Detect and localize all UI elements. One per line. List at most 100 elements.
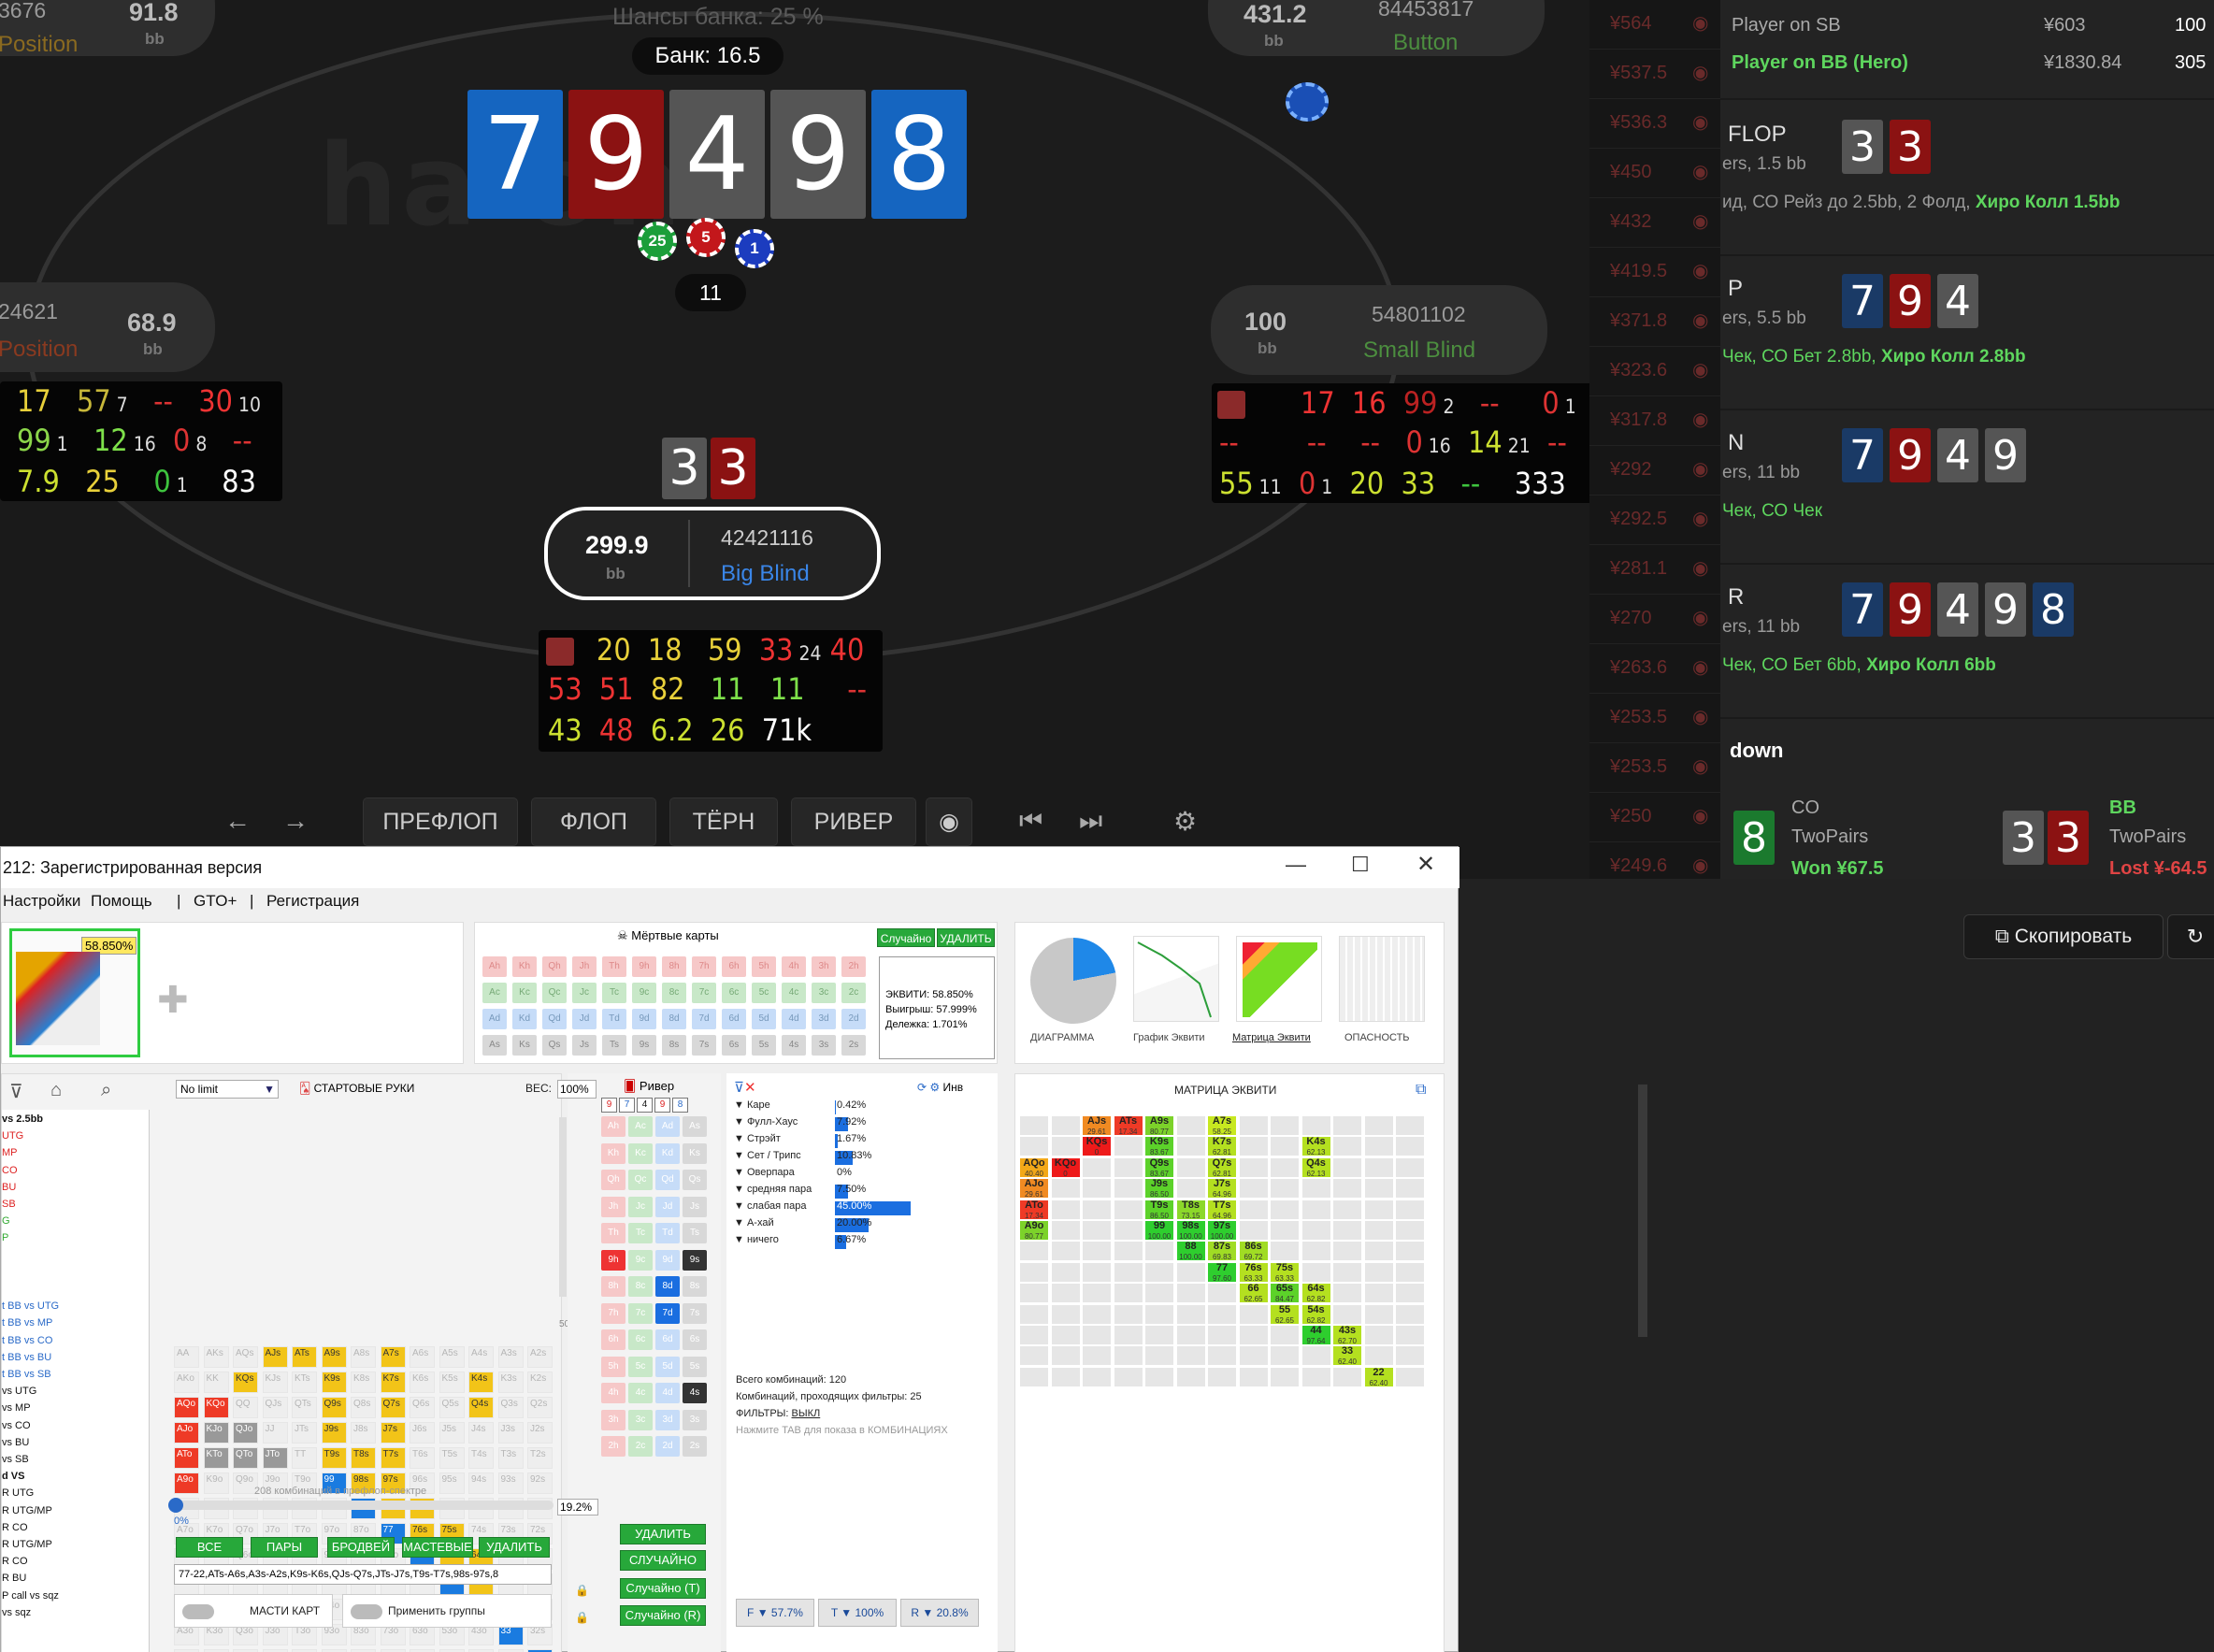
matrix-cell[interactable] [1238,1115,1269,1136]
equity-matrix-icon[interactable] [1236,936,1322,1022]
matrix-cell[interactable] [1395,1283,1425,1304]
matrix-cell[interactable] [1332,1220,1362,1241]
board-card-option[interactable]: Qs [683,1170,707,1190]
hand-cell[interactable]: K9o [203,1472,229,1494]
hand-cell[interactable]: K2s [527,1372,553,1393]
board-card-option[interactable]: Jc [628,1196,653,1217]
hand-cell[interactable]: 94s [468,1472,494,1494]
matrix-cell[interactable]: KQo 0 [1050,1156,1081,1178]
hand-cell[interactable]: T4s [468,1447,494,1469]
matrix-cell[interactable] [1050,1115,1081,1136]
matrix-cell[interactable] [1019,1303,1049,1325]
hand-cell[interactable]: K3s [497,1372,524,1393]
dead-card[interactable]: 9d [632,1009,656,1029]
matrix-cell[interactable]: Q9s 83.67 [1144,1156,1174,1178]
dead-card[interactable]: 6s [722,1035,746,1056]
hand-cell[interactable]: T5s [438,1447,465,1469]
toggle-switch[interactable] [351,1604,382,1619]
hand-cell[interactable]: Q7s [380,1397,406,1418]
filter-T-button[interactable]: T ▼ 100% [818,1599,897,1627]
equity-graph-icon[interactable] [1133,936,1219,1022]
matrix-cell[interactable]: 65s 84.47 [1270,1283,1300,1304]
session-row[interactable]: ¥253.5 ◉ [1589,743,1730,793]
hand-cell[interactable]: T8s [351,1447,376,1469]
range-thumbnail[interactable]: 58.850% [9,928,140,1057]
hand-cell[interactable]: JTs [292,1422,317,1444]
eye-icon[interactable]: ◉ [1692,61,1708,84]
hand-cell[interactable]: K8s [351,1372,376,1393]
matrix-cell[interactable]: AJo 29.61 [1019,1178,1049,1199]
matrix-cell[interactable] [1144,1283,1174,1304]
matrix-cell[interactable] [1082,1220,1112,1241]
hand-cell[interactable]: KQo [203,1397,229,1418]
weight-input[interactable]: 100% [557,1080,597,1099]
preset-item[interactable]: t BB vs CO [2,1335,52,1346]
dead-card[interactable]: Jh [572,956,597,977]
seat-top-left[interactable]: 3676 Position 91.8 bb [0,0,215,57]
matrix-cell[interactable] [1363,1261,1394,1283]
session-row[interactable]: ¥564 ◉ [1589,0,1730,50]
hud-right[interactable]: 17 16 99 2 -- 0 1 -- -- -- 0 16 14 21 --… [1212,383,1604,503]
hand-cell[interactable]: JJ [262,1422,288,1444]
matrix-cell[interactable]: J7s 64.96 [1207,1178,1237,1199]
matrix-cell[interactable] [1144,1261,1174,1283]
matrix-cell[interactable] [1050,1199,1081,1220]
matrix-cell[interactable] [1238,1325,1269,1345]
groups-toggle[interactable]: Применить группы [342,1594,552,1628]
range-percent[interactable]: 19.2% [557,1499,598,1516]
matrix-cell[interactable] [1050,1366,1081,1387]
filter-R-button[interactable]: R ▼ 20.8% [900,1599,979,1627]
tab-turn[interactable]: ТЁРН [669,797,778,846]
board-card-option[interactable]: Ks [683,1142,707,1164]
eye-icon[interactable]: ◉ [1692,309,1708,332]
minimize-icon[interactable]: — [1286,853,1306,877]
pairs-button[interactable]: ПАРЫ [251,1537,318,1558]
matrix-cell[interactable] [1363,1303,1394,1325]
hand-cell[interactable]: 95s [438,1472,465,1494]
dead-card[interactable]: 8s [662,1035,686,1056]
hand-cell[interactable]: 93s [497,1472,524,1494]
matrix-cell[interactable] [1207,1345,1237,1367]
tab-river[interactable]: РИВЕР [791,797,916,846]
matrix-cell[interactable] [1050,1325,1081,1345]
matrix-cell[interactable]: ATo 17.34 [1019,1199,1049,1220]
hand-cell[interactable]: A2s [527,1346,553,1368]
menu-gto[interactable]: GTO+ [194,892,237,911]
matrix-cell[interactable] [1207,1283,1237,1304]
eye-icon[interactable]: ◉ [1692,655,1708,679]
matrix-cell[interactable] [1301,1366,1331,1387]
hand-cell[interactable]: KTo [203,1447,229,1469]
matrix-cell[interactable] [1238,1220,1269,1241]
matrix-cell[interactable] [1395,1303,1425,1325]
delete-board-button[interactable]: УДАЛИТЬ [620,1524,706,1544]
hand-cell[interactable]: KJs [262,1372,288,1393]
pie-chart-icon[interactable] [1030,938,1116,1024]
matrix-cell[interactable] [1113,1220,1143,1241]
scrollbar[interactable] [1638,1085,1647,1337]
matrix-cell[interactable] [1082,1241,1112,1262]
board-card-option[interactable]: Qc [628,1170,653,1190]
matrix-cell[interactable] [1270,1136,1300,1157]
hand-cell[interactable]: ATo [174,1447,199,1469]
session-row[interactable]: ¥317.8 ◉ [1589,396,1730,446]
hand-cell[interactable]: AKs [203,1346,229,1368]
matrix-cell[interactable] [1363,1178,1394,1199]
board-card-option[interactable]: Kd [655,1142,680,1164]
board-card-option[interactable]: 9h [601,1249,625,1271]
matrix-cell[interactable] [1019,1115,1049,1136]
board-card-option[interactable]: 8h [601,1276,625,1297]
session-row[interactable]: ¥432 ◉ [1589,198,1730,248]
matrix-cell[interactable] [1144,1241,1174,1262]
matrix-cell[interactable] [1332,1199,1362,1220]
dead-card[interactable]: Ad [482,1009,507,1029]
board-card-option[interactable]: Kc [628,1142,653,1164]
session-row[interactable]: ¥450 ◉ [1589,149,1730,198]
maximize-icon[interactable]: ☐ [1351,853,1370,877]
matrix-cell[interactable] [1238,1156,1269,1178]
preset-item[interactable]: UTG [2,1130,23,1142]
hand-cell[interactable]: QJs [262,1397,288,1418]
seat-hero[interactable]: 299.9 bb 42421116 Big Blind [544,507,881,600]
seat-mid-left[interactable]: 24621 Position 68.9 bb [0,282,215,372]
hand-cell[interactable]: AA [174,1346,199,1368]
matrix-cell[interactable] [1301,1115,1331,1136]
